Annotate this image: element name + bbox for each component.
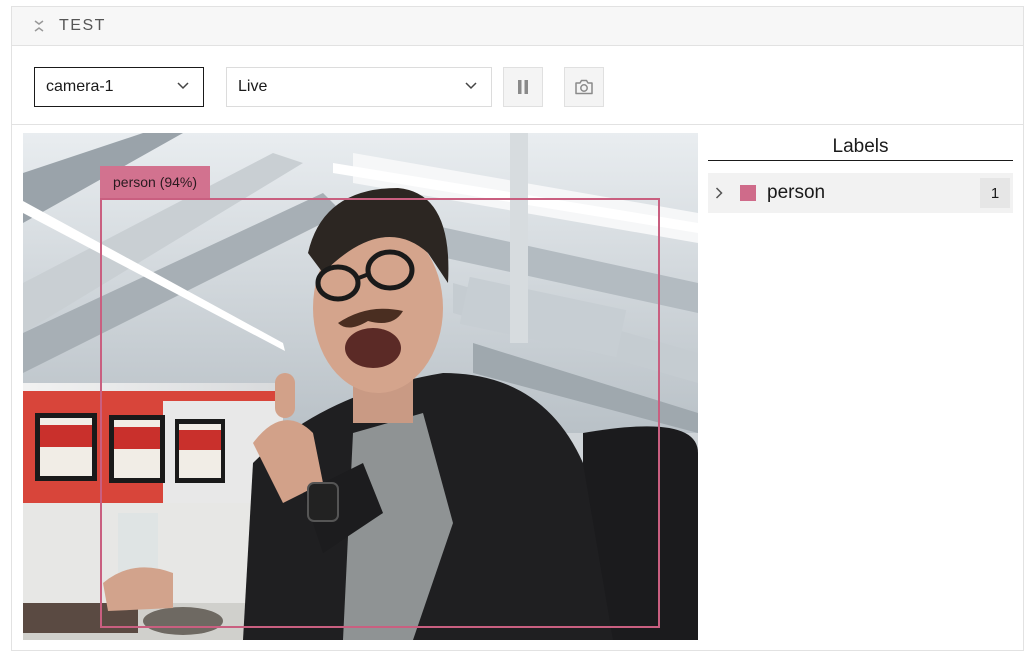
collapse-icon[interactable] [32, 18, 46, 34]
toolbar: camera-1 Live [12, 46, 1023, 125]
pause-icon [518, 80, 528, 94]
detection-bounding-box [100, 198, 660, 628]
labels-title: Labels [708, 133, 1013, 161]
detection-label: person (94%) [100, 166, 211, 198]
stream-mode-value: Live [238, 78, 268, 95]
panel-title: TEST [59, 17, 106, 34]
stream-mode-select[interactable]: Live [226, 67, 492, 107]
labels-panel: Labels person 1 [708, 133, 1013, 213]
chevron-down-icon [177, 82, 189, 90]
test-panel: TEST camera-1 Live person (94%) Labels p… [11, 6, 1024, 651]
label-count-badge: 1 [980, 178, 1010, 208]
camera-select-value: camera-1 [46, 78, 114, 95]
camera-select[interactable]: camera-1 [34, 67, 204, 107]
camera-stream-view: person (94%) [23, 133, 698, 640]
camera-icon [575, 79, 593, 95]
chevron-right-icon [715, 187, 723, 199]
snapshot-button[interactable] [564, 67, 604, 107]
pause-button[interactable] [503, 67, 543, 107]
label-name: person [767, 182, 826, 203]
label-color-swatch [740, 185, 756, 201]
panel-header: TEST [12, 7, 1023, 46]
chevron-down-icon [465, 82, 477, 90]
label-row-person[interactable]: person 1 [708, 173, 1013, 213]
